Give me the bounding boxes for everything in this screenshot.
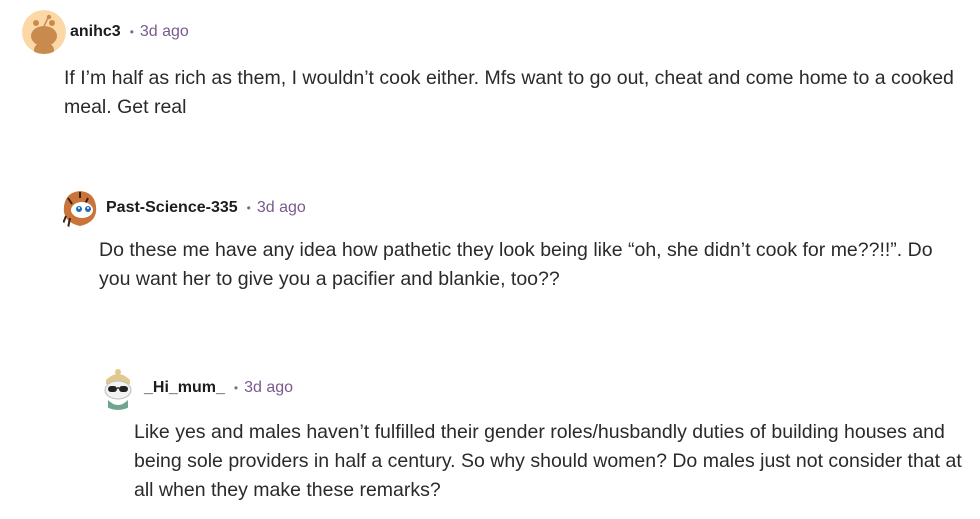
- comment-meta: _Hi_mum_ • 3d ago: [96, 366, 293, 410]
- timestamp[interactable]: 3d ago: [140, 23, 189, 41]
- tiger-snoo-avatar-icon[interactable]: [58, 186, 102, 230]
- comment: Past-Science-335 • 3d ago Do these me ha…: [58, 186, 933, 290]
- username-link[interactable]: _Hi_mum_: [144, 379, 225, 397]
- separator-dot: •: [233, 381, 239, 395]
- comment-body: If I’m half as rich as them, I wouldn’t …: [64, 67, 954, 118]
- comment-meta: Past-Science-335 • 3d ago: [58, 186, 306, 230]
- comment-body: Do these me have any idea how pathetic t…: [99, 239, 933, 290]
- sunglasses-snoo-avatar-icon[interactable]: [96, 366, 140, 410]
- comment: anihc3 • 3d ago If I’m half as rich as t…: [22, 10, 954, 118]
- comment: _Hi_mum_ • 3d ago Like yes and males hav…: [96, 366, 962, 501]
- username-link[interactable]: anihc3: [70, 23, 121, 41]
- separator-dot: •: [246, 201, 251, 215]
- comment-meta: anihc3 • 3d ago: [22, 10, 189, 54]
- username-link[interactable]: Past-Science-335: [106, 199, 238, 217]
- timestamp[interactable]: 3d ago: [257, 199, 306, 217]
- timestamp[interactable]: 3d ago: [244, 379, 293, 397]
- separator-dot: •: [129, 25, 134, 39]
- comment-body: Like yes and males haven’t fulfilled the…: [134, 421, 962, 501]
- snoo-avatar-icon[interactable]: [22, 10, 66, 54]
